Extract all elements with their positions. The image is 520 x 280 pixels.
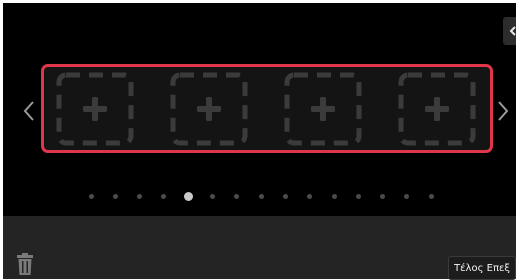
page-dot[interactable] — [161, 194, 167, 199]
page-dot[interactable] — [331, 194, 337, 199]
next-page-button[interactable] — [494, 99, 512, 123]
chevron-right-icon — [498, 101, 509, 121]
plus-icon — [197, 97, 221, 121]
done-editing-button[interactable]: Τέλος Επεξ — [448, 256, 516, 280]
empty-slot-1[interactable] — [56, 72, 134, 146]
plus-icon — [311, 97, 335, 121]
slot-selection-frame — [41, 64, 493, 153]
empty-slot-2[interactable] — [170, 72, 248, 146]
page-dot[interactable] — [258, 194, 264, 199]
page-dot[interactable] — [112, 194, 118, 199]
bottom-toolbar — [3, 216, 516, 279]
previous-page-button[interactable] — [20, 99, 38, 123]
editor-screen — [3, 3, 516, 279]
collapse-panel-button[interactable] — [503, 17, 516, 45]
page-dot[interactable] — [355, 194, 361, 199]
chevron-left-icon — [509, 26, 516, 36]
page-dot[interactable] — [428, 194, 434, 199]
page-dot[interactable] — [380, 194, 386, 199]
page-dot[interactable] — [282, 194, 288, 199]
page-dot[interactable] — [307, 194, 313, 199]
page-dot[interactable] — [137, 194, 143, 199]
page-dot[interactable] — [88, 194, 94, 199]
empty-slot-4[interactable] — [398, 72, 476, 146]
plus-icon — [425, 97, 449, 121]
chevron-left-icon — [23, 101, 34, 121]
page-indicator — [87, 191, 447, 203]
empty-slot-3[interactable] — [284, 72, 362, 146]
trash-icon — [17, 253, 33, 275]
delete-button[interactable] — [16, 252, 34, 276]
plus-icon — [83, 97, 107, 121]
page-dot[interactable] — [234, 194, 240, 199]
page-dot[interactable] — [404, 194, 410, 199]
page-dot[interactable] — [210, 194, 215, 199]
page-dot-active[interactable] — [183, 192, 193, 201]
